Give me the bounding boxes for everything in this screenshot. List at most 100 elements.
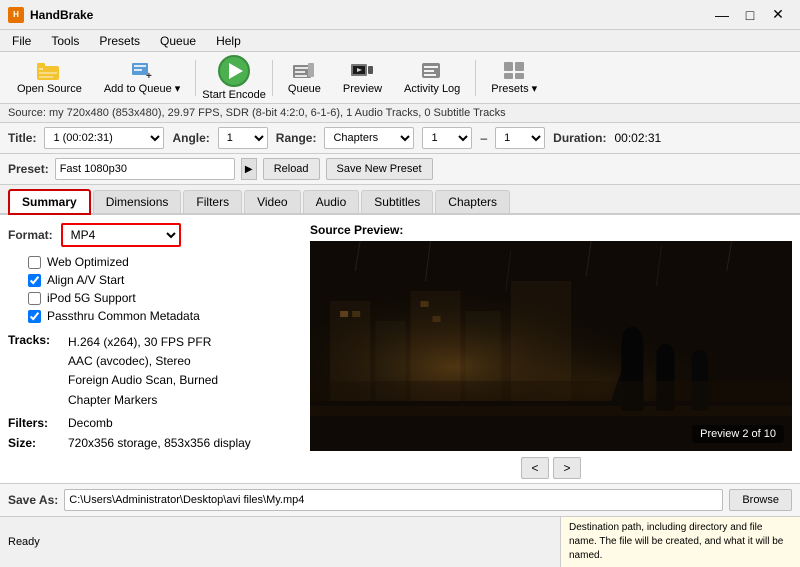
checkbox-ipod: iPod 5G Support xyxy=(28,291,298,305)
menu-tools[interactable]: Tools xyxy=(43,32,87,50)
queue-button[interactable]: Queue xyxy=(279,56,330,100)
preview-nav: < > xyxy=(310,457,792,479)
checkbox-passthru: Passthru Common Metadata xyxy=(28,309,298,323)
play-triangle xyxy=(229,63,243,79)
scene-svg xyxy=(310,241,792,451)
source-bar: Source: my 720x480 (853x480), 29.97 FPS,… xyxy=(0,104,800,123)
tab-chapters[interactable]: Chapters xyxy=(435,190,510,213)
title-select[interactable]: 1 (00:02:31) xyxy=(44,127,164,149)
tab-subtitles[interactable]: Subtitles xyxy=(361,190,433,213)
size-label: Size: xyxy=(8,436,68,450)
scene-background xyxy=(310,241,792,451)
status-tooltip: Destination path, including directory an… xyxy=(560,517,800,567)
status-bar: Ready Destination path, including direct… xyxy=(0,516,800,567)
passthru-label: Passthru Common Metadata xyxy=(47,309,200,323)
save-as-label: Save As: xyxy=(8,493,58,507)
preset-label: Preset: xyxy=(8,162,49,176)
tab-dimensions-label: Dimensions xyxy=(106,195,169,209)
ipod-label: iPod 5G Support xyxy=(47,291,136,305)
ipod-checkbox[interactable] xyxy=(28,292,41,305)
tooltip-text: Destination path, including directory an… xyxy=(569,522,783,561)
maximize-button[interactable]: □ xyxy=(736,5,764,25)
filters-value: Decomb xyxy=(68,416,113,430)
main-content: Format: MP4 MKV Web Optimized Align A/V … xyxy=(0,215,800,483)
preview-button[interactable]: Preview xyxy=(334,56,391,100)
range-to-select[interactable]: 1 xyxy=(495,127,545,149)
duration-value: 00:02:31 xyxy=(614,131,661,145)
save-row: Save As: Browse xyxy=(0,483,800,516)
size-value: 720x356 storage, 853x356 display xyxy=(68,436,251,450)
preset-arrow-button[interactable]: ▶ xyxy=(241,158,257,180)
start-encode-label: Start Encode xyxy=(202,89,266,101)
range-select[interactable]: Chapters xyxy=(324,127,414,149)
save-new-preset-button[interactable]: Save New Preset xyxy=(326,158,433,180)
checkboxes-group: Web Optimized Align A/V Start iPod 5G Su… xyxy=(28,255,298,323)
track-2: AAC (avcodec), Stereo xyxy=(68,352,218,371)
browse-button[interactable]: Browse xyxy=(729,489,792,511)
add-to-queue-button[interactable]: + Add to Queue ▾ xyxy=(95,56,189,100)
align-av-checkbox[interactable] xyxy=(28,274,41,287)
save-path-input[interactable] xyxy=(64,489,723,511)
reload-button[interactable]: Reload xyxy=(263,158,320,180)
tab-video[interactable]: Video xyxy=(244,190,300,213)
tab-subtitles-label: Subtitles xyxy=(374,195,420,209)
queue-icon xyxy=(292,61,316,81)
app-title: HandBrake xyxy=(30,8,93,22)
close-button[interactable]: ✕ xyxy=(764,5,792,25)
tab-dimensions[interactable]: Dimensions xyxy=(93,190,182,213)
checkbox-align-av: Align A/V Start xyxy=(28,273,298,287)
tracks-content: H.264 (x264), 30 FPS PFR AAC (avcodec), … xyxy=(68,333,218,410)
menu-presets[interactable]: Presets xyxy=(91,32,148,50)
range-from-select[interactable]: 1 xyxy=(422,127,472,149)
format-row: Format: MP4 MKV xyxy=(8,223,298,247)
tab-summary[interactable]: Summary xyxy=(8,189,91,215)
separator-3 xyxy=(475,60,476,96)
open-source-button[interactable]: Open Source xyxy=(8,56,91,100)
tab-audio[interactable]: Audio xyxy=(303,190,360,213)
web-optimized-label: Web Optimized xyxy=(47,255,129,269)
minimize-button[interactable]: — xyxy=(708,5,736,25)
size-row: Size: 720x356 storage, 853x356 display xyxy=(8,436,298,450)
activity-log-button[interactable]: Activity Log xyxy=(395,56,469,100)
menu-help[interactable]: Help xyxy=(208,32,249,50)
filters-label: Filters: xyxy=(8,416,68,430)
track-1: H.264 (x264), 30 FPS PFR xyxy=(68,333,218,352)
add-to-queue-label: Add to Queue ▾ xyxy=(104,82,180,95)
preview-prev-button[interactable]: < xyxy=(521,457,549,479)
tab-filters[interactable]: Filters xyxy=(183,190,242,213)
presets-button[interactable]: Presets ▾ xyxy=(482,56,546,100)
preview-image: Preview 2 of 10 xyxy=(310,241,792,451)
presets-icon xyxy=(502,60,526,80)
source-text: Source: my 720x480 (853x480), 29.97 FPS,… xyxy=(8,107,506,119)
window-controls: — □ ✕ xyxy=(708,5,792,25)
start-encode-button[interactable]: Start Encode xyxy=(202,55,266,101)
right-panel: Source Preview: xyxy=(310,223,792,475)
tabs-row: Summary Dimensions Filters Video Audio S… xyxy=(0,185,800,215)
tab-chapters-label: Chapters xyxy=(448,195,497,209)
menu-file[interactable]: File xyxy=(4,32,39,50)
format-select[interactable]: MP4 MKV xyxy=(61,223,181,247)
add-to-queue-icon: + xyxy=(130,60,154,80)
tracks-label: Tracks: xyxy=(8,333,68,410)
preset-input[interactable] xyxy=(55,158,235,180)
svg-text:+: + xyxy=(146,71,152,80)
separator-1 xyxy=(195,60,196,96)
preview-counter: Preview 2 of 10 xyxy=(692,425,784,443)
range-label: Range: xyxy=(276,131,317,145)
menu-queue[interactable]: Queue xyxy=(152,32,204,50)
angle-select[interactable]: 1 xyxy=(218,127,268,149)
format-label: Format: xyxy=(8,228,53,242)
title-bar: H HandBrake — □ ✕ xyxy=(0,0,800,30)
passthru-checkbox[interactable] xyxy=(28,310,41,323)
checkbox-web-optimized: Web Optimized xyxy=(28,255,298,269)
tab-filters-label: Filters xyxy=(196,195,229,209)
status-ready: Ready xyxy=(8,536,40,548)
preview-label: Preview xyxy=(343,83,382,95)
preset-row: Preset: ▶ Reload Save New Preset xyxy=(0,154,800,185)
preview-label: Source Preview: xyxy=(310,223,792,237)
filters-row: Filters: Decomb xyxy=(8,416,298,430)
web-optimized-checkbox[interactable] xyxy=(28,256,41,269)
preview-next-button[interactable]: > xyxy=(553,457,581,479)
title-bar-left: H HandBrake xyxy=(8,7,93,23)
app-logo: H xyxy=(8,7,24,23)
